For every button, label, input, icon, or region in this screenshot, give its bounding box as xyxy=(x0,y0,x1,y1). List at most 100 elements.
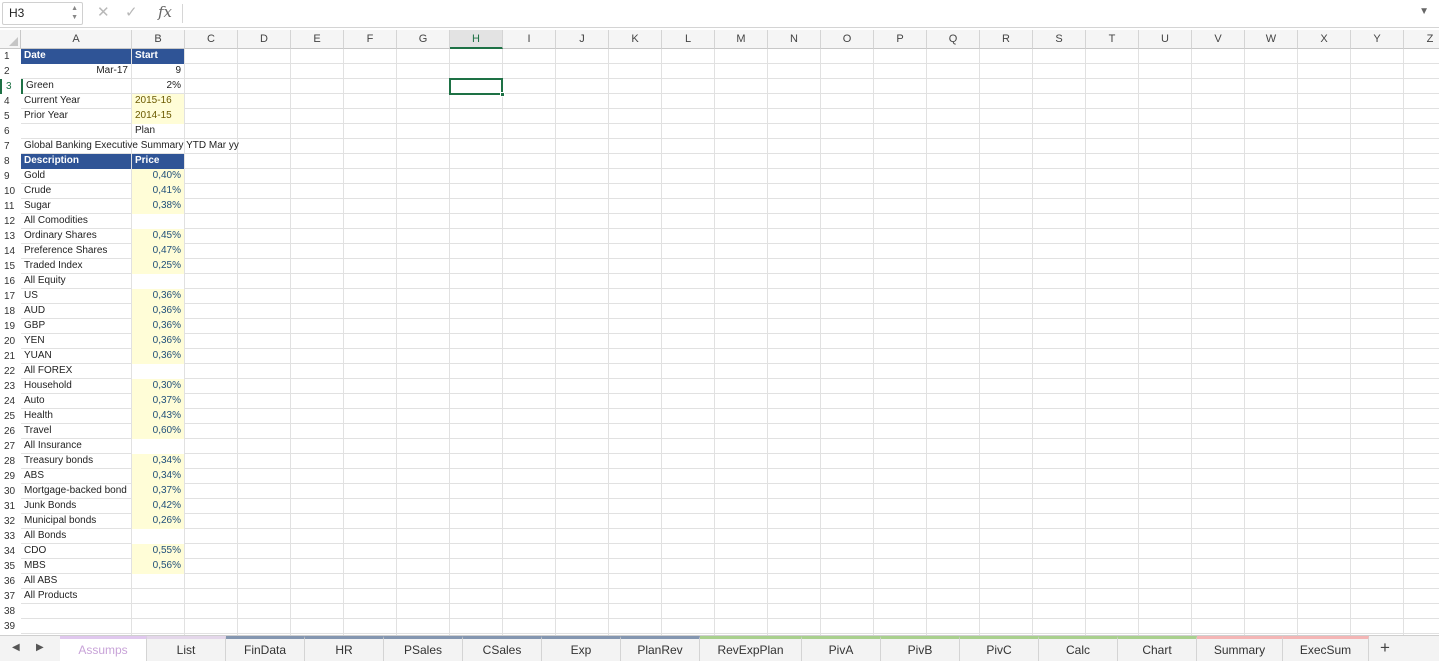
cell-a22[interactable]: All FOREX xyxy=(21,364,131,379)
cell-a24[interactable]: Auto xyxy=(21,394,131,409)
tab-revexpplan[interactable]: RevExpPlan xyxy=(700,636,802,661)
cell-a15[interactable]: Traded Index xyxy=(21,259,131,274)
cell-a25[interactable]: Health xyxy=(21,409,131,424)
cell-a37[interactable]: All Products xyxy=(21,589,131,604)
row-header-1[interactable]: 1 xyxy=(0,49,21,64)
name-box[interactable]: H3 ▲ ▼ xyxy=(2,2,83,25)
cell-b33[interactable] xyxy=(132,529,184,544)
cell-b11[interactable]: 0,38% xyxy=(132,199,184,214)
tab-csales[interactable]: CSales xyxy=(463,636,542,661)
column-header-e[interactable]: E xyxy=(291,30,344,49)
row-header-21[interactable]: 21 xyxy=(0,349,21,364)
cell-a7[interactable]: Global Banking Executive Summary YTD Mar… xyxy=(21,139,239,154)
cell-a4[interactable]: Current Year xyxy=(21,94,131,109)
column-header-w[interactable]: W xyxy=(1245,30,1298,49)
tab-pivb[interactable]: PivB xyxy=(881,636,960,661)
cell-b14[interactable]: 0,47% xyxy=(132,244,184,259)
column-header-v[interactable]: V xyxy=(1192,30,1245,49)
row-header-12[interactable]: 12 xyxy=(0,214,21,229)
cell-a29[interactable]: ABS xyxy=(21,469,131,484)
tab-execsum[interactable]: ExecSum xyxy=(1283,636,1369,661)
cell-b5[interactable]: 2014-15 xyxy=(132,109,184,124)
row-header-26[interactable]: 26 xyxy=(0,424,21,439)
cell-b20[interactable]: 0,36% xyxy=(132,334,184,349)
row-header-37[interactable]: 37 xyxy=(0,589,21,604)
row-header-14[interactable]: 14 xyxy=(0,244,21,259)
cell-b3[interactable]: 2% xyxy=(132,79,184,94)
tab-findata[interactable]: FinData xyxy=(226,636,305,661)
row-header-35[interactable]: 35 xyxy=(0,559,21,574)
chevron-down-icon[interactable]: ▼ xyxy=(1419,6,1429,17)
cell-a23[interactable]: Household xyxy=(21,379,131,394)
column-header-h[interactable]: H xyxy=(450,30,503,49)
column-header-g[interactable]: G xyxy=(397,30,450,49)
column-header-f[interactable]: F xyxy=(344,30,397,49)
column-header-l[interactable]: L xyxy=(662,30,715,49)
cell-b24[interactable]: 0,37% xyxy=(132,394,184,409)
cell-b16[interactable] xyxy=(132,274,184,289)
row-header-4[interactable]: 4 xyxy=(0,94,21,109)
cell-b25[interactable]: 0,43% xyxy=(132,409,184,424)
cell-b6[interactable]: Plan xyxy=(132,124,184,139)
cell-b23[interactable]: 0,30% xyxy=(132,379,184,394)
tab-next-icon[interactable]: ▶ xyxy=(36,642,44,653)
tab-list[interactable]: List xyxy=(147,636,226,661)
row-header-28[interactable]: 28 xyxy=(0,454,21,469)
fill-handle[interactable] xyxy=(500,92,505,97)
tab-summary[interactable]: Summary xyxy=(1197,636,1283,661)
row-header-8[interactable]: 8 xyxy=(0,154,21,169)
column-header-s[interactable]: S xyxy=(1033,30,1086,49)
cell-a1[interactable]: Date xyxy=(21,49,131,64)
cell-b32[interactable]: 0,26% xyxy=(132,514,184,529)
cell-a20[interactable]: YEN xyxy=(21,334,131,349)
cell-b30[interactable]: 0,37% xyxy=(132,484,184,499)
tab-hr[interactable]: HR xyxy=(305,636,384,661)
cancel-icon[interactable]: ✕ xyxy=(97,3,110,21)
row-header-17[interactable]: 17 xyxy=(0,289,21,304)
column-header-o[interactable]: O xyxy=(821,30,874,49)
column-header-y[interactable]: Y xyxy=(1351,30,1404,49)
row-header-16[interactable]: 16 xyxy=(0,274,21,289)
cell-a35[interactable]: MBS xyxy=(21,559,131,574)
cell-b34[interactable]: 0,55% xyxy=(132,544,184,559)
formula-input[interactable] xyxy=(190,5,1410,23)
tab-chart[interactable]: Chart xyxy=(1118,636,1197,661)
cell-b31[interactable]: 0,42% xyxy=(132,499,184,514)
spreadsheet-grid[interactable]: A B C D E F G H I J K L M N O P Q R S T U V W X Y Z 1 2 3 4 5 6 7 8 9 10 11 1… xyxy=(0,30,1439,635)
cell-b28[interactable]: 0,34% xyxy=(132,454,184,469)
cell-a16[interactable]: All Equity xyxy=(21,274,131,289)
cell-b1[interactable]: Start xyxy=(132,49,184,64)
cell-b22[interactable] xyxy=(132,364,184,379)
cell-a19[interactable]: GBP xyxy=(21,319,131,334)
tab-psales[interactable]: PSales xyxy=(384,636,463,661)
cell-b12[interactable] xyxy=(132,214,184,229)
column-header-u[interactable]: U xyxy=(1139,30,1192,49)
row-header-3[interactable]: 3 xyxy=(0,79,21,94)
cell-a30[interactable]: Mortgage-backed bond xyxy=(21,484,131,499)
cell-a12[interactable]: All Comodities xyxy=(21,214,131,229)
name-box-spinner-icon[interactable]: ▲ ▼ xyxy=(71,4,78,22)
cell-a27[interactable]: All Insurance xyxy=(21,439,131,454)
row-header-19[interactable]: 19 xyxy=(0,319,21,334)
cell-b21[interactable]: 0,36% xyxy=(132,349,184,364)
cell-b18[interactable]: 0,36% xyxy=(132,304,184,319)
row-header-29[interactable]: 29 xyxy=(0,469,21,484)
tab-exp[interactable]: Exp xyxy=(542,636,621,661)
row-header-15[interactable]: 15 xyxy=(0,259,21,274)
column-header-i[interactable]: I xyxy=(503,30,556,49)
cell-b27[interactable] xyxy=(132,439,184,454)
cell-b19[interactable]: 0,36% xyxy=(132,319,184,334)
cell-b8[interactable]: Price xyxy=(132,154,184,169)
tab-piva[interactable]: PivA xyxy=(802,636,881,661)
cell-a28[interactable]: Treasury bonds xyxy=(21,454,131,469)
column-header-c[interactable]: C xyxy=(185,30,238,49)
column-header-m[interactable]: M xyxy=(715,30,768,49)
tab-planrev[interactable]: PlanRev xyxy=(621,636,700,661)
column-header-k[interactable]: K xyxy=(609,30,662,49)
cell-a32[interactable]: Municipal bonds xyxy=(21,514,131,529)
row-header-2[interactable]: 2 xyxy=(0,64,21,79)
row-header-32[interactable]: 32 xyxy=(0,514,21,529)
row-header-31[interactable]: 31 xyxy=(0,499,21,514)
cell-b26[interactable]: 0,60% xyxy=(132,424,184,439)
cell-b13[interactable]: 0,45% xyxy=(132,229,184,244)
